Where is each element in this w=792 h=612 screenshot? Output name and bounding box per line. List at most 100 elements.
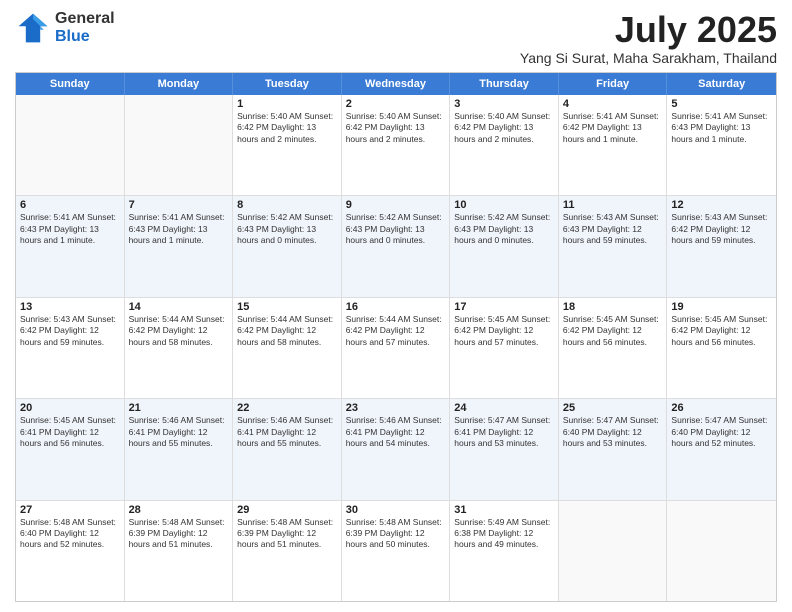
day-cell-7: 7Sunrise: 5:41 AM Sunset: 6:43 PM Daylig… [125,196,234,296]
day-info: Sunrise: 5:45 AM Sunset: 6:42 PM Dayligh… [454,314,554,348]
day-info: Sunrise: 5:47 AM Sunset: 6:40 PM Dayligh… [671,415,772,449]
calendar-header: SundayMondayTuesdayWednesdayThursdayFrid… [16,73,776,95]
day-cell-15: 15Sunrise: 5:44 AM Sunset: 6:42 PM Dayli… [233,298,342,398]
day-number: 14 [129,301,229,313]
day-info: Sunrise: 5:43 AM Sunset: 6:42 PM Dayligh… [20,314,120,348]
day-cell-12: 12Sunrise: 5:43 AM Sunset: 6:42 PM Dayli… [667,196,776,296]
day-info: Sunrise: 5:43 AM Sunset: 6:43 PM Dayligh… [563,212,663,246]
day-number: 30 [346,504,446,516]
weekday-header-tuesday: Tuesday [233,73,342,95]
day-info: Sunrise: 5:44 AM Sunset: 6:42 PM Dayligh… [129,314,229,348]
day-cell-5: 5Sunrise: 5:41 AM Sunset: 6:43 PM Daylig… [667,95,776,195]
day-cell-6: 6Sunrise: 5:41 AM Sunset: 6:43 PM Daylig… [16,196,125,296]
day-number: 15 [237,301,337,313]
day-info: Sunrise: 5:43 AM Sunset: 6:42 PM Dayligh… [671,212,772,246]
day-number: 24 [454,402,554,414]
day-info: Sunrise: 5:45 AM Sunset: 6:41 PM Dayligh… [20,415,120,449]
day-cell-22: 22Sunrise: 5:46 AM Sunset: 6:41 PM Dayli… [233,399,342,499]
day-cell-16: 16Sunrise: 5:44 AM Sunset: 6:42 PM Dayli… [342,298,451,398]
day-cell-17: 17Sunrise: 5:45 AM Sunset: 6:42 PM Dayli… [450,298,559,398]
day-number: 20 [20,402,120,414]
weekday-header-monday: Monday [125,73,234,95]
location-title: Yang Si Surat, Maha Sarakham, Thailand [520,50,777,66]
day-cell-25: 25Sunrise: 5:47 AM Sunset: 6:40 PM Dayli… [559,399,668,499]
weekday-header-thursday: Thursday [450,73,559,95]
logo-general: General [55,10,115,28]
day-info: Sunrise: 5:47 AM Sunset: 6:41 PM Dayligh… [454,415,554,449]
weekday-header-friday: Friday [559,73,668,95]
empty-cell [16,95,125,195]
day-number: 1 [237,98,337,110]
day-number: 9 [346,199,446,211]
day-info: Sunrise: 5:46 AM Sunset: 6:41 PM Dayligh… [346,415,446,449]
day-cell-14: 14Sunrise: 5:44 AM Sunset: 6:42 PM Dayli… [125,298,234,398]
empty-cell [125,95,234,195]
calendar-row-4: 27Sunrise: 5:48 AM Sunset: 6:40 PM Dayli… [16,501,776,601]
day-info: Sunrise: 5:40 AM Sunset: 6:42 PM Dayligh… [454,111,554,145]
day-info: Sunrise: 5:47 AM Sunset: 6:40 PM Dayligh… [563,415,663,449]
title-block: July 2025 Yang Si Surat, Maha Sarakham, … [520,10,777,66]
day-cell-4: 4Sunrise: 5:41 AM Sunset: 6:42 PM Daylig… [559,95,668,195]
day-number: 2 [346,98,446,110]
calendar-body: 1Sunrise: 5:40 AM Sunset: 6:42 PM Daylig… [16,95,776,601]
day-cell-28: 28Sunrise: 5:48 AM Sunset: 6:39 PM Dayli… [125,501,234,601]
day-info: Sunrise: 5:41 AM Sunset: 6:43 PM Dayligh… [20,212,120,246]
day-info: Sunrise: 5:48 AM Sunset: 6:39 PM Dayligh… [237,517,337,551]
day-number: 18 [563,301,663,313]
weekday-header-saturday: Saturday [667,73,776,95]
day-cell-18: 18Sunrise: 5:45 AM Sunset: 6:42 PM Dayli… [559,298,668,398]
day-cell-30: 30Sunrise: 5:48 AM Sunset: 6:39 PM Dayli… [342,501,451,601]
day-info: Sunrise: 5:46 AM Sunset: 6:41 PM Dayligh… [237,415,337,449]
day-number: 13 [20,301,120,313]
day-cell-21: 21Sunrise: 5:46 AM Sunset: 6:41 PM Dayli… [125,399,234,499]
day-cell-29: 29Sunrise: 5:48 AM Sunset: 6:39 PM Dayli… [233,501,342,601]
day-number: 7 [129,199,229,211]
calendar-row-0: 1Sunrise: 5:40 AM Sunset: 6:42 PM Daylig… [16,95,776,196]
day-info: Sunrise: 5:46 AM Sunset: 6:41 PM Dayligh… [129,415,229,449]
day-number: 3 [454,98,554,110]
day-info: Sunrise: 5:48 AM Sunset: 6:40 PM Dayligh… [20,517,120,551]
day-info: Sunrise: 5:44 AM Sunset: 6:42 PM Dayligh… [346,314,446,348]
logo-icon [15,10,51,46]
day-info: Sunrise: 5:42 AM Sunset: 6:43 PM Dayligh… [237,212,337,246]
empty-cell [667,501,776,601]
day-info: Sunrise: 5:40 AM Sunset: 6:42 PM Dayligh… [346,111,446,145]
day-cell-1: 1Sunrise: 5:40 AM Sunset: 6:42 PM Daylig… [233,95,342,195]
day-number: 16 [346,301,446,313]
day-cell-3: 3Sunrise: 5:40 AM Sunset: 6:42 PM Daylig… [450,95,559,195]
day-number: 26 [671,402,772,414]
empty-cell [559,501,668,601]
day-cell-26: 26Sunrise: 5:47 AM Sunset: 6:40 PM Dayli… [667,399,776,499]
day-number: 10 [454,199,554,211]
day-number: 5 [671,98,772,110]
day-info: Sunrise: 5:49 AM Sunset: 6:38 PM Dayligh… [454,517,554,551]
day-info: Sunrise: 5:42 AM Sunset: 6:43 PM Dayligh… [346,212,446,246]
logo-text: General Blue [55,10,115,45]
weekday-header-wednesday: Wednesday [342,73,451,95]
day-cell-27: 27Sunrise: 5:48 AM Sunset: 6:40 PM Dayli… [16,501,125,601]
day-number: 12 [671,199,772,211]
calendar-row-2: 13Sunrise: 5:43 AM Sunset: 6:42 PM Dayli… [16,298,776,399]
day-info: Sunrise: 5:48 AM Sunset: 6:39 PM Dayligh… [346,517,446,551]
day-info: Sunrise: 5:42 AM Sunset: 6:43 PM Dayligh… [454,212,554,246]
month-title: July 2025 [520,10,777,50]
day-number: 27 [20,504,120,516]
day-number: 11 [563,199,663,211]
calendar-row-1: 6Sunrise: 5:41 AM Sunset: 6:43 PM Daylig… [16,196,776,297]
day-number: 21 [129,402,229,414]
logo-blue: Blue [55,28,115,46]
day-info: Sunrise: 5:45 AM Sunset: 6:42 PM Dayligh… [563,314,663,348]
day-cell-2: 2Sunrise: 5:40 AM Sunset: 6:42 PM Daylig… [342,95,451,195]
calendar: SundayMondayTuesdayWednesdayThursdayFrid… [15,72,777,602]
day-number: 22 [237,402,337,414]
day-cell-20: 20Sunrise: 5:45 AM Sunset: 6:41 PM Dayli… [16,399,125,499]
day-number: 8 [237,199,337,211]
logo: General Blue [15,10,115,46]
day-info: Sunrise: 5:44 AM Sunset: 6:42 PM Dayligh… [237,314,337,348]
day-info: Sunrise: 5:40 AM Sunset: 6:42 PM Dayligh… [237,111,337,145]
day-cell-19: 19Sunrise: 5:45 AM Sunset: 6:42 PM Dayli… [667,298,776,398]
day-info: Sunrise: 5:41 AM Sunset: 6:43 PM Dayligh… [129,212,229,246]
day-number: 4 [563,98,663,110]
page-header: General Blue July 2025 Yang Si Surat, Ma… [15,10,777,66]
day-info: Sunrise: 5:48 AM Sunset: 6:39 PM Dayligh… [129,517,229,551]
